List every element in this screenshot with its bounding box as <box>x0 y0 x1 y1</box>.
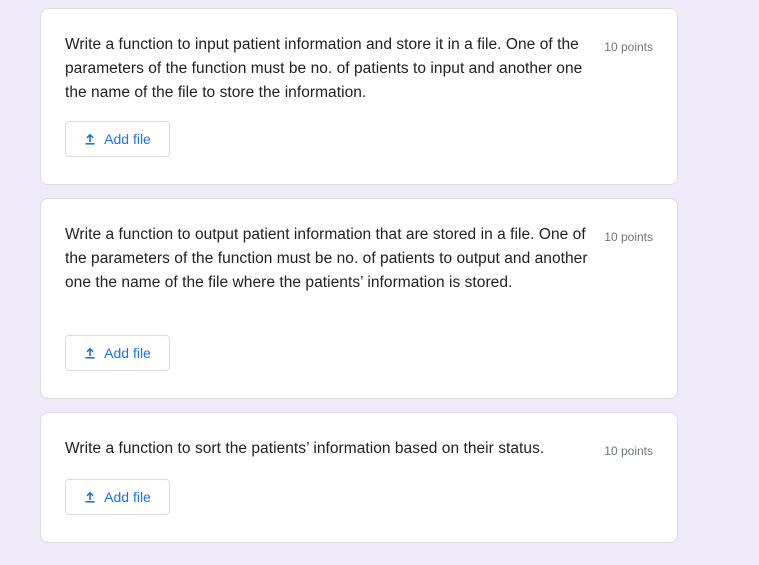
points-label: 10 points <box>604 230 653 244</box>
points-label: 10 points <box>604 40 653 54</box>
question-card: Write a function to output patient infor… <box>40 198 678 399</box>
upload-icon <box>84 347 96 359</box>
add-file-button[interactable]: Add file <box>65 121 170 157</box>
question-card: Write a function to input patient inform… <box>40 8 678 185</box>
points-label: 10 points <box>604 444 653 458</box>
add-file-label: Add file <box>104 345 151 361</box>
question-text: Write a function to input patient inform… <box>65 36 583 101</box>
question-card: Write a function to sort the patients’ i… <box>40 412 678 543</box>
upload-icon <box>84 491 96 503</box>
add-file-label: Add file <box>104 131 151 147</box>
add-file-button[interactable]: Add file <box>65 335 170 371</box>
upload-icon <box>84 133 96 145</box>
add-file-button[interactable]: Add file <box>65 479 170 515</box>
add-file-label: Add file <box>104 489 151 505</box>
question-text: Write a function to output patient infor… <box>65 226 588 291</box>
question-text: Write a function to sort the patients’ i… <box>65 440 545 457</box>
